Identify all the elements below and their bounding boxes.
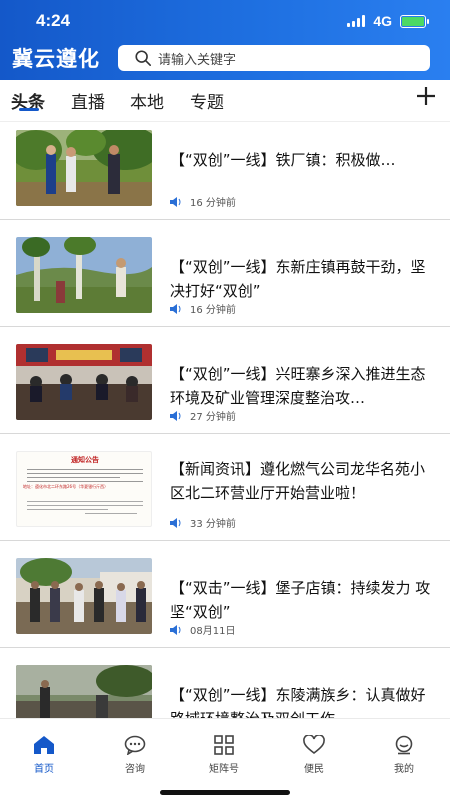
notice-text-lines [27,466,143,485]
nav-label: 我的 [394,764,414,775]
tab-live[interactable]: 直播 [71,88,105,113]
news-thumbnail: 通知公告 地址：遵化市北二环东路26号（华夏银行斤西） [16,451,152,527]
news-headline: 【“双击”一线】堡子店镇：持续发力 攻坚“双创” [170,579,431,621]
speaker-icon [170,196,181,207]
news-time: 27 分钟前 [190,412,236,423]
news-item[interactable]: 通知公告 地址：遵化市北二环东路26号（华夏银行斤西） 【新闻资讯】遵化燃气公司… [0,435,450,541]
news-item[interactable]: 【“双创”一线】东新庄镇再鼓干劲，坚决打好“双创” 16 分钟前 [0,221,450,327]
news-headline: 【“双创”一线】兴旺寨乡深入推进生态环境及矿业管理深度整治攻… [170,365,426,407]
status-bar: 4:24 4G [0,0,450,40]
header-bar: 4:24 4G 冀云遵化 请输入关键字 [0,0,450,80]
news-time: 16 分钟前 [190,198,236,209]
news-thumbnail [16,130,152,206]
news-time: 16 分钟前 [190,305,236,316]
network-type: 4G [373,13,392,29]
search-input[interactable]: 请输入关键字 [118,45,430,71]
tab-topics[interactable]: 专题 [190,88,224,113]
nav-label: 矩阵号 [209,764,239,775]
nav-services[interactable]: 便民 [284,735,344,775]
news-item[interactable]: 【“双创”一线】兴旺寨乡深入推进生态环境及矿业管理深度整治攻… 27 分钟前 [0,328,450,434]
notice-address: 地址：遵化市北二环东路26号（华夏银行斤西） [23,484,109,489]
bottom-nav: 首页 咨询 矩阵号 便民 我的 [0,718,450,800]
nav-label: 首页 [34,764,54,775]
app-title: 冀云遵化 [12,47,100,71]
status-time: 4:24 [36,11,71,30]
speaker-icon [170,517,181,528]
news-headline: 【“双创”一线】东新庄镇再鼓干劲，坚决打好“双创” [170,258,426,300]
chat-icon [124,735,146,755]
speaker-icon [170,624,181,635]
search-icon [135,50,152,67]
heart-icon [303,735,325,755]
nav-profile[interactable]: 我的 [374,735,434,775]
speaker-icon [170,410,181,421]
signal-icon [347,15,366,27]
nav-matrix[interactable]: 矩阵号 [194,735,254,775]
notice-title: 通知公告 [71,456,99,464]
profile-icon [395,735,413,755]
tab-local[interactable]: 本地 [130,88,164,113]
news-headline: 【新闻资讯】遵化燃气公司龙华名苑小 区北二环营业厅开始营业啦！ [170,460,426,502]
active-tab-indicator [19,108,39,111]
news-item[interactable]: 【“双击”一线】堡子店镇：持续发力 攻坚“双创” 08月11日 [0,542,450,648]
news-item[interactable]: 【“双创”一线】铁厂镇：积极做… 16 分钟前 [0,114,450,220]
nav-home[interactable]: 首页 [14,735,74,775]
nav-label: 咨询 [125,764,145,775]
add-channel-icon[interactable] [414,84,438,108]
news-thumbnail [16,344,152,420]
speaker-icon [170,303,181,314]
news-thumbnail [16,558,152,634]
home-indicator[interactable] [160,790,290,795]
news-thumbnail [16,237,152,313]
battery-icon [400,14,429,28]
news-time: 33 分钟前 [190,519,236,530]
nav-consult[interactable]: 咨询 [105,735,165,775]
nav-label: 便民 [304,764,324,775]
search-placeholder: 请输入关键字 [158,52,237,68]
home-icon [34,736,54,754]
news-time: 08月11日 [190,626,236,637]
grid-icon [214,735,234,755]
news-headline: 【“双创”一线】铁厂镇：积极做… [170,151,396,169]
